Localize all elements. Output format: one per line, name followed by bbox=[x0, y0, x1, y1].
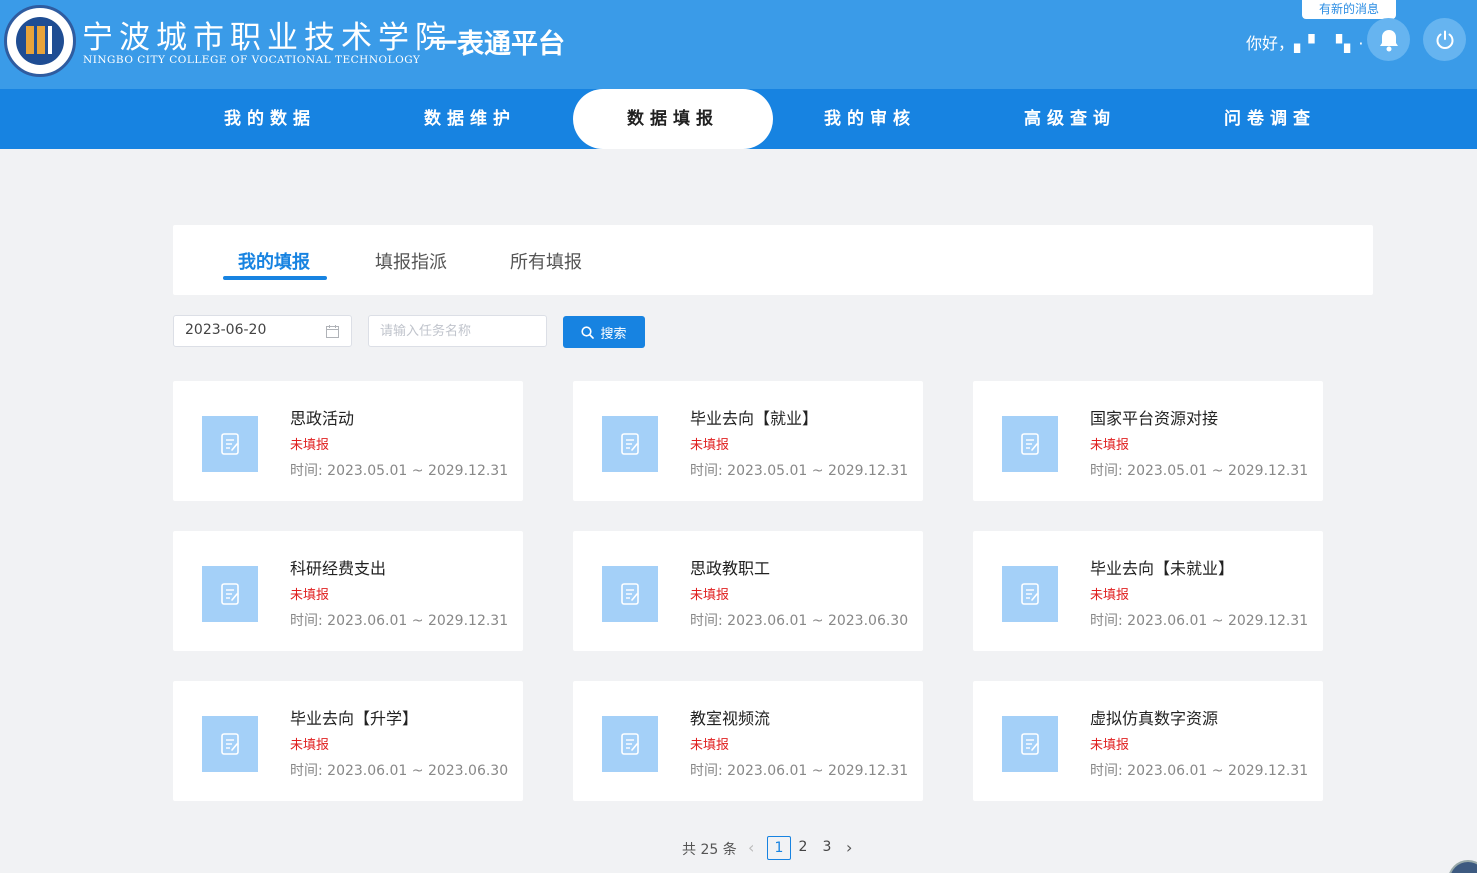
card-icon bbox=[202, 716, 258, 772]
tab-fill-assign[interactable]: 填报指派 bbox=[375, 248, 447, 274]
card-time: 时间: 2023.06.01 ~ 2029.12.31 bbox=[290, 613, 509, 629]
search-button[interactable]: 搜索 bbox=[563, 316, 645, 348]
calendar-icon bbox=[326, 325, 339, 338]
task-card[interactable]: 思政教职工未填报时间: 2023.06.01 ~ 2023.06.30 bbox=[573, 531, 923, 651]
task-card[interactable]: 思政活动未填报时间: 2023.05.01 ~ 2029.12.31 bbox=[173, 381, 523, 501]
form-doc-icon bbox=[1021, 733, 1039, 755]
card-status: 未填报 bbox=[1090, 738, 1130, 753]
nav-my-data[interactable]: 我的数据 bbox=[180, 89, 360, 149]
school-logo bbox=[4, 5, 76, 77]
card-time: 时间: 2023.06.01 ~ 2023.06.30 bbox=[290, 763, 509, 779]
card-icon bbox=[602, 716, 658, 772]
card-title: 毕业去向【就业】 bbox=[690, 409, 819, 428]
form-doc-icon bbox=[621, 583, 639, 605]
card-status: 未填报 bbox=[1090, 588, 1130, 603]
form-doc-icon bbox=[221, 433, 239, 455]
card-time: 时间: 2023.06.01 ~ 2029.12.31 bbox=[1090, 613, 1309, 629]
card-icon bbox=[202, 566, 258, 622]
prev-page-icon[interactable]: ‹ bbox=[748, 838, 754, 857]
date-picker[interactable]: 2023-06-20 bbox=[173, 315, 352, 347]
card-status: 未填报 bbox=[290, 588, 330, 603]
task-card[interactable]: 虚拟仿真数字资源未填报时间: 2023.06.01 ~ 2029.12.31 bbox=[973, 681, 1323, 801]
nav-data-maintenance[interactable]: 数据维护 bbox=[380, 89, 560, 149]
card-icon bbox=[1002, 416, 1058, 472]
card-title: 毕业去向【未就业】 bbox=[1090, 559, 1235, 578]
user-greeting: 你好，▖▘ ▝▖· bbox=[1246, 34, 1366, 53]
logout-button[interactable] bbox=[1423, 18, 1466, 61]
card-status: 未填报 bbox=[690, 588, 730, 603]
form-doc-icon bbox=[1021, 433, 1039, 455]
card-status: 未填报 bbox=[290, 738, 330, 753]
card-icon bbox=[1002, 566, 1058, 622]
card-title: 毕业去向【升学】 bbox=[290, 709, 419, 728]
search-icon bbox=[581, 325, 595, 339]
task-card[interactable]: 毕业去向【未就业】未填报时间: 2023.06.01 ~ 2029.12.31 bbox=[973, 531, 1323, 651]
page-2[interactable]: 2 bbox=[791, 836, 815, 860]
power-icon bbox=[1436, 30, 1453, 49]
card-status: 未填报 bbox=[290, 438, 330, 453]
card-title: 国家平台资源对接 bbox=[1090, 409, 1219, 428]
card-icon bbox=[602, 566, 658, 622]
date-value: 2023-06-20 bbox=[185, 322, 267, 338]
card-title: 科研经费支出 bbox=[290, 559, 387, 578]
bell-icon bbox=[1379, 29, 1398, 51]
card-time: 时间: 2023.05.01 ~ 2029.12.31 bbox=[1090, 463, 1309, 479]
card-time: 时间: 2023.05.01 ~ 2029.12.31 bbox=[290, 463, 509, 479]
tabs-panel: 我的填报 填报指派 所有填报 bbox=[173, 225, 1373, 295]
active-tab-indicator bbox=[223, 276, 327, 280]
tab-all-fills[interactable]: 所有填报 bbox=[510, 248, 582, 274]
notification-button[interactable] bbox=[1367, 18, 1410, 61]
card-title: 思政教职工 bbox=[690, 559, 771, 578]
card-status: 未填报 bbox=[690, 738, 730, 753]
card-time: 时间: 2023.06.01 ~ 2029.12.31 bbox=[1090, 763, 1309, 779]
task-card[interactable]: 毕业去向【升学】未填报时间: 2023.06.01 ~ 2023.06.30 bbox=[173, 681, 523, 801]
task-card[interactable]: 国家平台资源对接未填报时间: 2023.05.01 ~ 2029.12.31 bbox=[973, 381, 1323, 501]
card-icon bbox=[202, 416, 258, 472]
card-title: 虚拟仿真数字资源 bbox=[1090, 709, 1219, 728]
platform-title: 一表通平台 bbox=[430, 29, 565, 60]
card-icon bbox=[1002, 716, 1058, 772]
school-name-cn: 宁波城市职业技术学院 bbox=[82, 20, 452, 56]
card-time: 时间: 2023.05.01 ~ 2029.12.31 bbox=[690, 463, 909, 479]
form-doc-icon bbox=[221, 583, 239, 605]
page-3[interactable]: 3 bbox=[815, 836, 839, 860]
nav-my-review[interactable]: 我的审核 bbox=[780, 89, 960, 149]
form-doc-icon bbox=[1021, 583, 1039, 605]
card-time: 时间: 2023.06.01 ~ 2029.12.31 bbox=[690, 763, 909, 779]
nav-survey[interactable]: 问卷调查 bbox=[1180, 89, 1360, 149]
task-card[interactable]: 科研经费支出未填报时间: 2023.06.01 ~ 2029.12.31 bbox=[173, 531, 523, 651]
next-page-icon[interactable]: › bbox=[846, 838, 852, 857]
main-nav: 我的数据 数据维护 数据填报 我的审核 高级查询 问卷调查 bbox=[0, 89, 1477, 149]
nav-advanced-query[interactable]: 高级查询 bbox=[980, 89, 1160, 149]
top-header: 宁波城市职业技术学院 NINGBO CITY COLLEGE OF VOCATI… bbox=[0, 0, 1477, 89]
task-card[interactable]: 教室视频流未填报时间: 2023.06.01 ~ 2029.12.31 bbox=[573, 681, 923, 801]
card-title: 教室视频流 bbox=[690, 709, 771, 728]
page-1[interactable]: 1 bbox=[767, 836, 791, 860]
form-doc-icon bbox=[221, 733, 239, 755]
card-status: 未填报 bbox=[690, 438, 730, 453]
tab-my-fills[interactable]: 我的填报 bbox=[238, 248, 310, 274]
card-time: 时间: 2023.06.01 ~ 2023.06.30 bbox=[690, 613, 909, 629]
card-icon bbox=[602, 416, 658, 472]
search-button-label: 搜索 bbox=[600, 325, 627, 341]
floating-avatar[interactable] bbox=[1448, 860, 1477, 873]
nav-data-fill[interactable]: 数据填报 bbox=[573, 89, 773, 149]
card-title: 思政活动 bbox=[290, 409, 355, 428]
task-card[interactable]: 毕业去向【就业】未填报时间: 2023.05.01 ~ 2029.12.31 bbox=[573, 381, 923, 501]
school-name-en: NINGBO CITY COLLEGE OF VOCATIONAL TECHNO… bbox=[83, 54, 421, 66]
form-doc-icon bbox=[621, 733, 639, 755]
form-doc-icon bbox=[621, 433, 639, 455]
new-message-badge[interactable]: 有新的消息 bbox=[1302, 0, 1396, 19]
task-name-input[interactable] bbox=[368, 315, 547, 347]
pagination-total: 共 25 条 bbox=[682, 842, 737, 858]
card-status: 未填报 bbox=[1090, 438, 1130, 453]
